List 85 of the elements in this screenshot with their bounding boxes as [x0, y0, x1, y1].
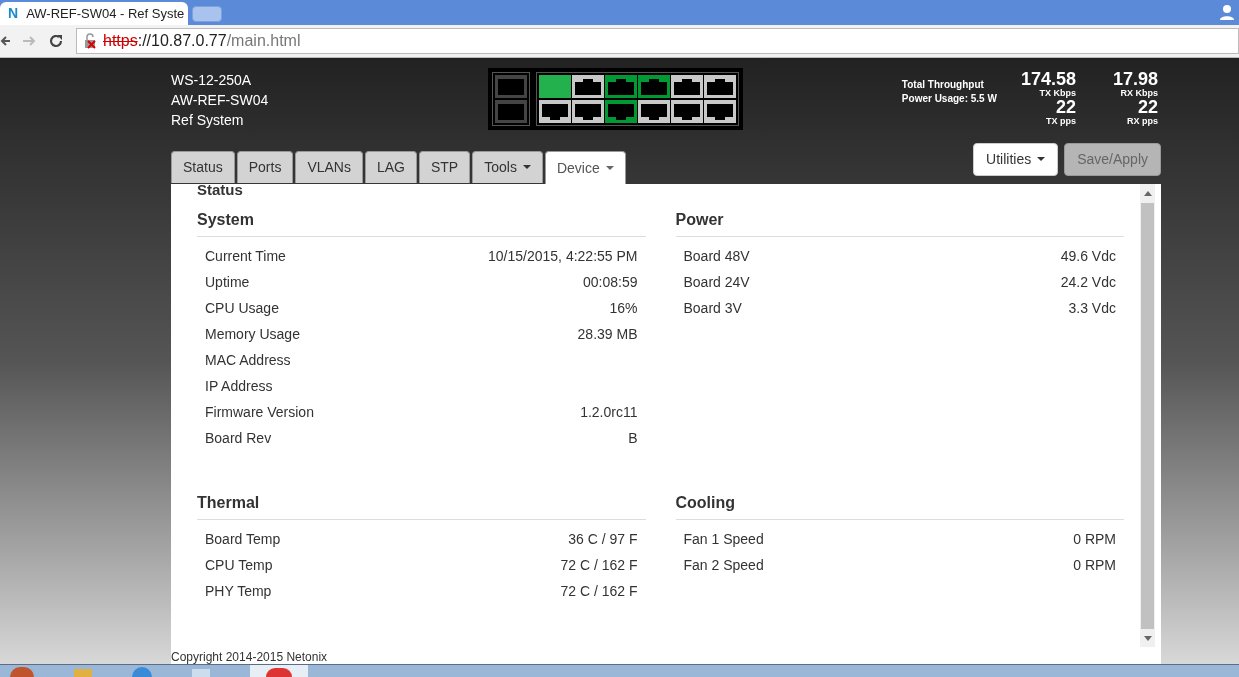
device-info: AW-REF-SW04 [171, 91, 269, 110]
scroll-up-icon[interactable] [1143, 191, 1152, 196]
browser-tab[interactable]: N AW-REF-SW04 - Ref Syste [0, 2, 188, 25]
row-value: 3.3 Vdc [1068, 298, 1116, 318]
section-title: Cooling [675, 491, 1124, 520]
ethernet-port-icon[interactable] [671, 100, 703, 123]
row-label: Board Temp [205, 529, 281, 549]
row-label: IP Address [205, 376, 273, 396]
nav-tab[interactable]: VLANs [295, 151, 363, 183]
stat-value: 17.98 [1112, 70, 1158, 88]
row-label: Current Time [205, 246, 286, 266]
row-label: Fan 1 Speed [683, 529, 764, 549]
site-logo-icon: N [8, 3, 19, 24]
row-label: Memory Usage [205, 324, 300, 344]
start-orb-icon[interactable] [10, 667, 34, 677]
taskbar-app-button[interactable] [250, 665, 308, 677]
page-title: Status [197, 184, 243, 196]
row-label: Board 48V [683, 246, 750, 266]
row-value: 28.39 MB [577, 324, 638, 344]
row-label: Board 3V [683, 298, 742, 318]
device-info: Ref System [171, 111, 244, 130]
row-value: 36 C / 97 F [568, 529, 638, 549]
nav-tab[interactable]: Device [544, 151, 626, 184]
section-title: Power [675, 208, 1124, 237]
url-path: /main.html [226, 32, 301, 49]
scrollbar-thumb[interactable] [1141, 203, 1154, 629]
stat-value: 174.58 [1020, 70, 1076, 88]
nav-tab[interactable]: Tools [472, 151, 543, 183]
row-label: PHY Temp [205, 581, 272, 601]
ethernet-port-icon[interactable] [572, 75, 604, 98]
stat-unit: TX pps [1045, 116, 1076, 126]
nav-tab[interactable]: LAG [364, 151, 417, 183]
back-arrow-icon[interactable] [0, 34, 10, 48]
row-value: 10/15/2015, 4:22:55 PM [488, 246, 638, 266]
row-value: 49.6 Vdc [1060, 246, 1116, 266]
url-scheme: https [103, 32, 138, 49]
stat-unit: TX Kbps [1039, 88, 1076, 98]
row-label: CPU Temp [205, 555, 273, 575]
row-value: 72 C / 162 F [560, 555, 638, 575]
toolbar-button[interactable]: Utilities [973, 143, 1059, 176]
row-value: 1.2.0rc11 [580, 402, 638, 422]
reload-icon[interactable] [48, 33, 64, 49]
stat-value: 22 [1055, 98, 1076, 116]
ethernet-port-icon[interactable] [605, 100, 637, 123]
nav-tab[interactable]: Status [171, 151, 235, 183]
row-label: Uptime [205, 272, 250, 292]
broken-lock-icon [83, 33, 99, 49]
row-value: 16% [609, 298, 638, 318]
row-label: Fan 2 Speed [683, 555, 764, 575]
nav-tab[interactable]: STP [419, 151, 471, 183]
address-field[interactable]: https://10.87.0.77/main.html [76, 28, 1239, 54]
throughput-title: Total Throughput [901, 78, 985, 92]
tab-title: AW-REF-SW04 - Ref Syste [26, 4, 185, 23]
ethernet-port-icon[interactable] [572, 100, 604, 123]
url-host: ://10.87.0.77 [137, 32, 227, 49]
stat-unit: RX pps [1127, 116, 1158, 126]
nav-tab[interactable]: Ports [236, 151, 294, 183]
user-icon[interactable] [1219, 3, 1235, 21]
ethernet-port-icon[interactable] [605, 75, 637, 98]
ethernet-port-icon[interactable] [638, 75, 670, 98]
stat-unit: RX Kbps [1120, 88, 1158, 98]
row-value: 0 RPM [1073, 529, 1116, 549]
scrollbar[interactable] [1140, 184, 1155, 647]
section-title: System [197, 208, 646, 237]
copyright-text: Copyright 2014-2015 Netonix [171, 650, 328, 664]
row-value: 72 C / 162 F [560, 581, 638, 601]
power-usage: Power Usage: 5.5 W [901, 92, 997, 106]
row-value: 00:08:59 [583, 272, 638, 292]
row-value: B [628, 428, 638, 448]
stat-value: 22 [1137, 98, 1158, 116]
ethernet-port-icon[interactable] [638, 100, 670, 123]
ethernet-port-icon[interactable] [671, 75, 703, 98]
row-label: MAC Address [205, 350, 291, 370]
scroll-down-icon[interactable] [1143, 636, 1152, 641]
ethernet-port-icon[interactable] [539, 100, 571, 123]
device-info: WS-12-250A [171, 71, 252, 90]
row-value: 0 RPM [1073, 555, 1116, 575]
ethernet-port-icon[interactable] [704, 75, 736, 98]
row-label: Board Rev [205, 428, 272, 448]
ethernet-port-icon[interactable] [704, 100, 736, 123]
row-label: CPU Usage [205, 298, 279, 318]
row-label: Firmware Version [205, 402, 314, 422]
section-title: Thermal [197, 491, 646, 520]
row-label: Board 24V [683, 272, 750, 292]
row-value: 24.2 Vdc [1060, 272, 1116, 292]
